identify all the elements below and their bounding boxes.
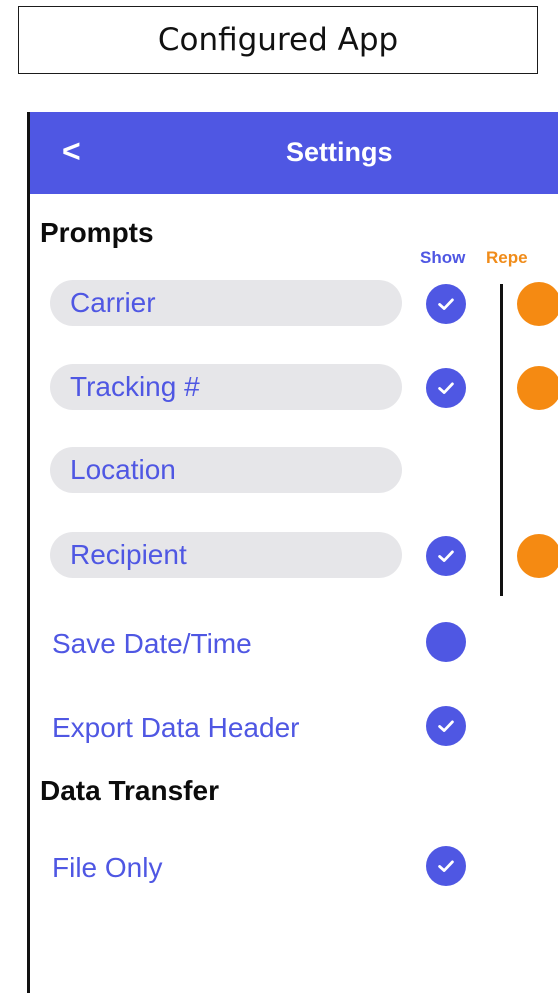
checkmark-icon [438,720,454,732]
option-label-file-only: File Only [52,852,163,883]
column-divider [500,284,503,596]
back-icon[interactable]: < [62,131,81,171]
prompt-field-tracking[interactable]: Tracking # [50,364,402,410]
screenshot: Configured App < Settings Prompts Show R… [0,0,558,993]
file-only-checkbox[interactable] [426,846,466,886]
show-checkbox-carrier[interactable] [426,284,466,324]
prompt-label: Location [70,454,176,485]
page-title: Settings [286,137,393,167]
checkmark-icon [438,382,454,394]
save-date-time-toggle[interactable] [426,622,466,662]
prompt-label: Recipient [70,539,187,570]
app-bar: < Settings [30,112,558,194]
option-label-export-header: Export Data Header [52,712,300,743]
prompts-heading: Prompts [40,217,154,248]
prompt-field-recipient[interactable]: Recipient [50,532,402,578]
show-checkbox-tracking[interactable] [426,368,466,408]
repeat-toggle-recipient[interactable] [517,534,558,578]
checkmark-icon [438,860,454,872]
repeat-column-header: Repe [486,248,528,267]
data-transfer-heading: Data Transfer [40,775,219,806]
option-label-save-date-time: Save Date/Time [52,628,252,659]
show-column-header: Show [420,248,466,267]
prompt-label: Tracking # [70,371,200,402]
export-header-checkbox[interactable] [426,706,466,746]
checkmark-icon [438,550,454,562]
prompt-field-carrier[interactable]: Carrier [50,280,402,326]
phone-screen: < Settings Prompts Show Repe Carrier Tra… [27,112,558,993]
checkmark-icon [438,298,454,310]
prompt-field-location[interactable]: Location [50,447,402,493]
prompt-label: Carrier [70,287,156,318]
show-checkbox-recipient[interactable] [426,536,466,576]
repeat-toggle-carrier[interactable] [517,282,558,326]
repeat-toggle-tracking[interactable] [517,366,558,410]
caption-title: Configured App [18,6,538,74]
